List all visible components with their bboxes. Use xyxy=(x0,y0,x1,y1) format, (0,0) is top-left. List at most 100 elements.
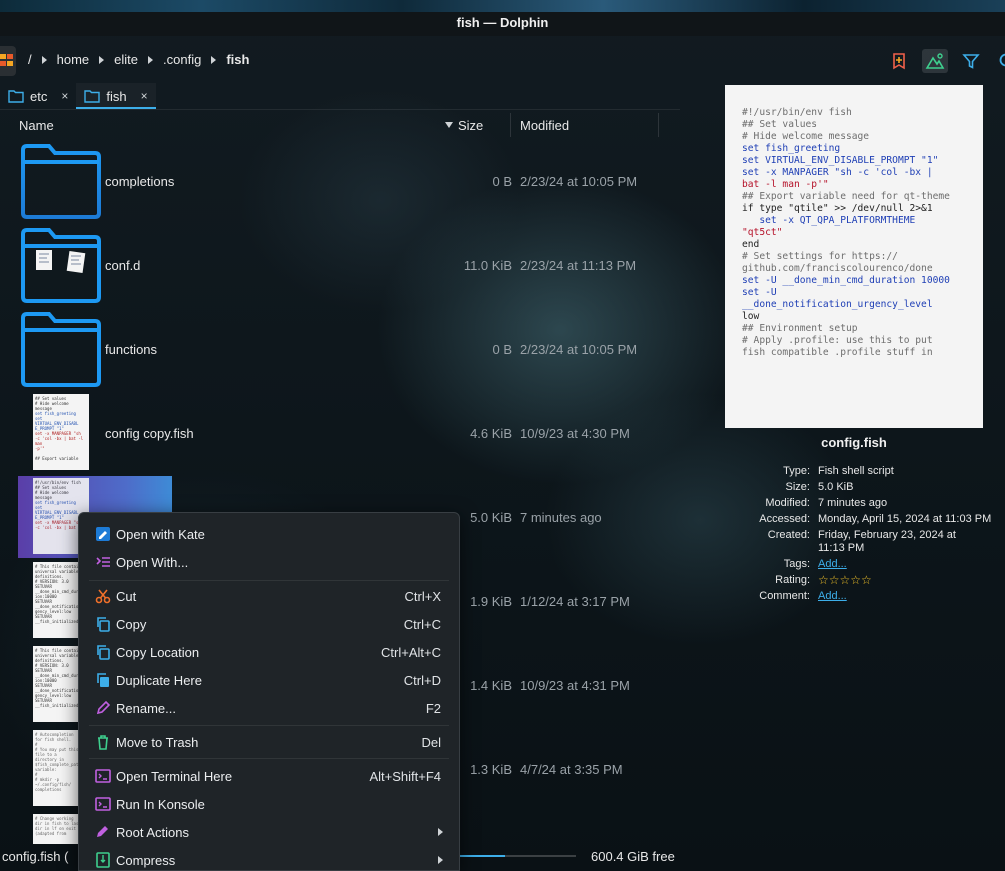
breadcrumb-home[interactable]: home xyxy=(55,52,92,67)
preview-line: low xyxy=(742,311,760,322)
info-row-size: Size: 5.0 KiB xyxy=(725,481,1005,494)
konsole-icon xyxy=(95,797,111,811)
tab-fish[interactable]: fish × xyxy=(76,83,156,109)
sort-descending-icon[interactable] xyxy=(445,122,453,128)
menu-item-label: Open with Kate xyxy=(116,527,205,542)
places-button[interactable] xyxy=(0,46,16,76)
preview-line: set -U xyxy=(742,287,777,298)
menu-item-shortcut: Del xyxy=(421,735,441,750)
free-space-fill xyxy=(458,855,506,857)
info-value: Friday, February 23, 2024 at 11:13 PM xyxy=(818,529,956,554)
compress-icon xyxy=(96,852,110,868)
file-modified: 1/12/24 at 3:17 PM xyxy=(520,594,630,609)
menu-item-label: Move to Trash xyxy=(116,735,199,750)
preview-line: # Hide welcome message xyxy=(742,131,870,142)
copy-icon xyxy=(97,617,110,632)
menu-item-label: Cut xyxy=(116,589,137,604)
column-separator[interactable] xyxy=(510,113,511,137)
info-row-type: Type: Fish shell script xyxy=(725,465,1005,478)
column-separator[interactable] xyxy=(658,113,659,137)
info-title: config.fish xyxy=(821,435,887,450)
places-icon xyxy=(0,54,13,66)
menu-item-shortcut: F2 xyxy=(425,701,441,716)
context-menu: Open with Kate Open With... Cut Ctrl+X C… xyxy=(78,512,460,871)
menu-item-shortcut: Ctrl+D xyxy=(403,673,441,688)
tab-label: etc xyxy=(30,88,48,104)
menu-item-label: Duplicate Here xyxy=(116,673,202,688)
add-comment-link[interactable]: Add... xyxy=(818,590,988,603)
info-key: Created: xyxy=(767,529,810,541)
file-row[interactable]: functions 0 B 2/23/24 at 10:05 PM xyxy=(0,308,680,390)
menu-item-root-actions[interactable]: Root Actions xyxy=(79,819,459,845)
breadcrumb-arrow-icon[interactable] xyxy=(211,55,217,64)
bookmark-add-button[interactable] xyxy=(886,49,912,73)
menu-item-move-to-trash[interactable]: Move to Trash Del xyxy=(79,729,459,755)
menu-item-run-in-konsole[interactable]: Run In Konsole xyxy=(79,791,459,817)
menu-item-cut[interactable]: Cut Ctrl+X xyxy=(79,583,459,609)
add-tags-link[interactable]: Add... xyxy=(818,558,988,571)
file-row[interactable]: completions 0 B 2/23/24 at 10:05 PM xyxy=(0,140,680,222)
info-key: Tags: xyxy=(783,558,810,570)
menu-item-duplicate[interactable]: Duplicate Here Ctrl+D xyxy=(79,667,459,693)
menu-item-copy-location[interactable]: Copy Location Ctrl+Alt+C xyxy=(79,639,459,665)
breadcrumb-arrow-icon[interactable] xyxy=(99,55,105,64)
tab-label: fish xyxy=(106,88,127,104)
folder-icon xyxy=(21,144,101,219)
terminal-icon xyxy=(95,769,111,783)
tab-close-icon[interactable]: × xyxy=(61,89,68,103)
menu-item-rename[interactable]: Rename... F2 xyxy=(79,695,459,721)
menu-item-compress[interactable]: Compress xyxy=(79,847,459,871)
filter-button[interactable] xyxy=(958,49,984,73)
menu-item-open-with-kate[interactable]: Open with Kate xyxy=(79,521,459,547)
breadcrumb-elite[interactable]: elite xyxy=(112,52,140,67)
tab-close-icon[interactable]: × xyxy=(141,89,148,103)
preview-line: set -U __done_min_cmd_duration 10000 xyxy=(742,275,950,286)
breadcrumb: / home elite .config fish xyxy=(26,52,251,67)
column-modified[interactable]: Modified xyxy=(520,118,569,133)
breadcrumb-root[interactable]: / xyxy=(26,52,34,67)
file-name: completions xyxy=(105,174,175,189)
file-name: conf.d xyxy=(105,258,141,273)
menu-item-copy[interactable]: Copy Ctrl+C xyxy=(79,611,459,637)
menu-item-open-terminal[interactable]: Open Terminal Here Alt+Shift+F4 xyxy=(79,763,459,789)
menu-separator xyxy=(89,725,449,726)
tab-etc[interactable]: etc × xyxy=(0,83,76,109)
column-name[interactable]: Name xyxy=(19,118,54,133)
breadcrumb-config[interactable]: .config xyxy=(161,52,203,67)
root-actions-icon xyxy=(97,826,108,837)
info-row-accessed: Accessed: Monday, April 15, 2024 at 11:03… xyxy=(725,513,1005,526)
open-with-icon xyxy=(96,557,110,567)
preview-line: ## Export variable need for qt-theme xyxy=(742,191,950,202)
rating-stars[interactable]: ☆☆☆☆☆ xyxy=(818,574,988,587)
file-modified: 7 minutes ago xyxy=(520,510,602,525)
file-row[interactable]: conf.d 11.0 KiB 2/23/24 at 11:13 PM xyxy=(0,224,680,306)
menu-separator xyxy=(89,580,449,581)
file-size: 11.0 KiB xyxy=(463,258,512,273)
free-space-text: 600.4 GiB free xyxy=(591,849,675,864)
menu-item-open-with[interactable]: Open With... xyxy=(79,549,459,575)
file-modified: 2/23/24 at 10:05 PM xyxy=(520,342,638,357)
filter-icon xyxy=(962,54,980,69)
file-size: 0 B xyxy=(492,342,512,357)
search-button[interactable] xyxy=(994,49,1005,73)
info-panel: Type: Fish shell script Size: 5.0 KiB Modi… xyxy=(725,465,1005,606)
file-modified: 4/7/24 at 3:35 PM xyxy=(520,762,623,777)
preview-line: set fish_greeting xyxy=(742,143,841,154)
preview-line: github.com/franciscolourenco/done xyxy=(742,263,933,274)
breadcrumb-arrow-icon[interactable] xyxy=(41,55,47,64)
status-text: config.fish ( xyxy=(2,849,69,864)
tab-divider xyxy=(0,109,680,110)
preview-line: set -x MANPAGER "sh -c 'col -bx | xyxy=(742,167,933,178)
column-size[interactable]: Size xyxy=(458,118,483,133)
breadcrumb-fish[interactable]: fish xyxy=(224,52,251,67)
folder-icon xyxy=(21,312,101,387)
preview-line: fish compatible .profile stuff in xyxy=(742,347,933,358)
info-row-comment: Comment: Add... xyxy=(725,590,1005,603)
breadcrumb-arrow-icon[interactable] xyxy=(148,55,154,64)
preview-line: __done_notification_urgency_level xyxy=(742,299,933,310)
preview-line: if type "qtile" >> /dev/null 2>&1 xyxy=(742,203,933,214)
menu-item-label: Copy xyxy=(116,617,147,632)
preview-toggle-button[interactable] xyxy=(922,49,948,73)
file-row[interactable]: ## Set values # Hide welcome message set fi… xyxy=(0,392,680,474)
info-value: Fish shell script xyxy=(818,465,894,477)
